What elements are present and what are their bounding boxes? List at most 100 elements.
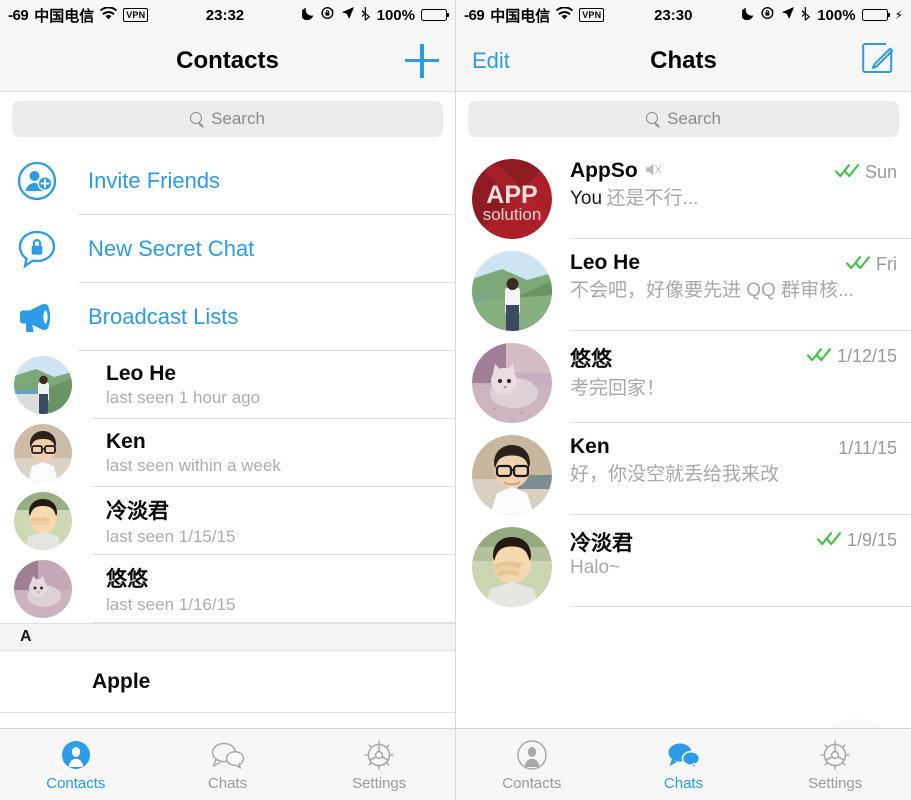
signal-strength-left: -69 (8, 6, 29, 24)
double-check-icon (816, 531, 843, 551)
double-check-icon (834, 163, 861, 183)
contact-status: last seen 1/16/15 (106, 595, 236, 614)
chat-date: 1/11/15 (838, 438, 897, 458)
vpn-badge-left: VPN (123, 7, 149, 23)
mute-icon (645, 162, 662, 182)
chat-row-ken[interactable]: Ken 1/11/15 好，你没空就丢给我来改 (456, 423, 911, 515)
chat-meta: 1/12/15 (806, 343, 897, 367)
broadcast-megaphone-icon (14, 302, 60, 332)
tab-bar-right: Contacts Chats Settings (456, 728, 911, 800)
chat-sender: You (570, 188, 603, 209)
search-input-chats[interactable]: Search (468, 101, 899, 137)
clock-left: 23:32 (205, 6, 245, 24)
tab-settings[interactable]: Settings (303, 738, 455, 792)
signal-strength-right: -69 (464, 6, 485, 24)
tab-bar-left: Contacts Chats Settings (0, 728, 455, 800)
chat-message: 好，你没空就丢给我来改 (570, 464, 780, 485)
tab-settings[interactable]: Settings (759, 738, 911, 792)
dual-screenshot: -69 中国电信 VPN 23:32 100% Contacts Search … (0, 0, 911, 800)
action-invite-friends[interactable]: Invite Friends (0, 147, 455, 215)
contact-row-lengdanjun[interactable]: 冷淡君 last seen 1/15/15 (0, 487, 455, 555)
ken-avatar (472, 435, 552, 515)
search-container-left: Search (0, 92, 455, 147)
carrier-name-right: 中国电信 (490, 7, 551, 25)
chat-body: 悠悠 1/12/15 考完回家！ (570, 343, 897, 423)
nav-bar-right: Edit Chats (456, 30, 911, 92)
action-label: New Secret Chat (88, 236, 255, 261)
contact-status: last seen 1 hour ago (106, 388, 261, 407)
nav-bar-left: Contacts (0, 30, 455, 92)
status-bar-right: -69 中国电信 VPN 23:30 100% ⚡ (456, 0, 911, 30)
gear-icon (819, 738, 851, 772)
search-placeholder-left: Search (211, 109, 265, 128)
contacts-screen: -69 中国电信 VPN 23:32 100% Contacts Search … (0, 0, 456, 800)
person-icon (517, 738, 547, 772)
chat-message: 不会吧，好像要先进 QQ 群审核... (570, 280, 854, 301)
appso-logo-avatar: APP solution (472, 159, 552, 239)
chat-bubbles-icon (667, 738, 701, 772)
action-broadcast-lists[interactable]: Broadcast Lists (0, 283, 455, 351)
contact-name: 冷淡君 (106, 500, 169, 523)
edit-button[interactable]: Edit (472, 48, 510, 74)
tab-label: Settings (352, 774, 407, 792)
row-separator (92, 622, 455, 623)
chat-meta: Fri (845, 251, 897, 275)
tab-label: Settings (808, 774, 863, 792)
youyou-avatar (14, 560, 72, 618)
chat-body: AppSo Sun You 还是不行... (570, 159, 897, 239)
chat-date: Fri (876, 254, 897, 274)
chat-header: Ken 1/11/15 (570, 435, 897, 459)
contact-row-leo-he[interactable]: Leo He last seen 1 hour ago (0, 351, 455, 419)
contact-name: Leo He (106, 362, 177, 385)
tab-label: Contacts (502, 774, 562, 792)
battery-percent-left: 100% (376, 6, 415, 24)
chat-header: 冷淡君 1/9/15 (570, 527, 897, 557)
chat-name: AppSo (570, 159, 638, 182)
chat-date: 1/9/15 (846, 530, 897, 550)
chat-row-appso[interactable]: APP solution AppSo Sun You 还是不行... (456, 147, 911, 239)
wifi-icon (100, 5, 118, 24)
search-icon (646, 112, 660, 126)
battery-icon-right (861, 9, 890, 21)
tab-chats[interactable]: Chats (608, 738, 760, 792)
double-check-icon (806, 347, 833, 367)
tab-contacts[interactable]: Contacts (0, 738, 152, 792)
youyou-avatar (472, 343, 552, 423)
contact-status: last seen 1/15/15 (106, 527, 236, 546)
do-not-disturb-icon (300, 6, 315, 24)
chat-name: 悠悠 (570, 348, 612, 371)
contact-row-ken[interactable]: Ken last seen within a week (0, 419, 455, 487)
do-not-disturb-icon (741, 6, 755, 24)
chat-meta: 1/9/15 (816, 527, 897, 551)
contact-row-youyou[interactable]: 悠悠 last seen 1/16/15 (0, 555, 455, 623)
contact-row-apple[interactable]: Apple (0, 651, 455, 713)
tab-contacts[interactable]: Contacts (456, 738, 608, 792)
clock-right: 23:30 (654, 6, 693, 24)
action-new-secret-chat[interactable]: New Secret Chat (0, 215, 455, 283)
contact-name: Apple (92, 670, 151, 693)
list-row-partial[interactable] (0, 713, 455, 728)
search-input-contacts[interactable]: Search (12, 101, 443, 137)
chat-row-leo-he[interactable]: Leo He Fri 不会吧，好像要先进 QQ 群审核... (456, 239, 911, 331)
chats-list[interactable]: APP solution AppSo Sun You 还是不行... Leo H… (456, 147, 911, 728)
wifi-icon (556, 5, 574, 24)
contacts-list[interactable]: Invite Friends New Secret Chat Broadcast… (0, 147, 455, 728)
contact-text: 悠悠 last seen 1/16/15 (106, 563, 235, 615)
bluetooth-icon (361, 6, 371, 25)
chat-message: 还是不行... (606, 188, 699, 209)
tab-chats[interactable]: Chats (152, 738, 304, 792)
page-title-chats: Chats (650, 46, 717, 74)
location-arrow-icon (341, 6, 355, 24)
chat-row-lengdanjun[interactable]: 冷淡君 1/9/15 Halo~ (456, 515, 911, 607)
page-title-contacts: Contacts (176, 46, 279, 74)
battery-icon-left (421, 9, 450, 21)
chat-row-youyou[interactable]: 悠悠 1/12/15 考完回家！ (456, 331, 911, 423)
chat-bubbles-icon (211, 738, 245, 772)
charging-bolt-icon: ⚡ (894, 8, 903, 22)
rotation-lock-icon (321, 6, 335, 24)
chat-name: Leo He (570, 251, 641, 274)
add-contact-button[interactable] (405, 43, 439, 78)
compose-button[interactable] (861, 41, 895, 80)
search-icon (190, 112, 204, 126)
contact-text: Leo He last seen 1 hour ago (106, 362, 260, 408)
